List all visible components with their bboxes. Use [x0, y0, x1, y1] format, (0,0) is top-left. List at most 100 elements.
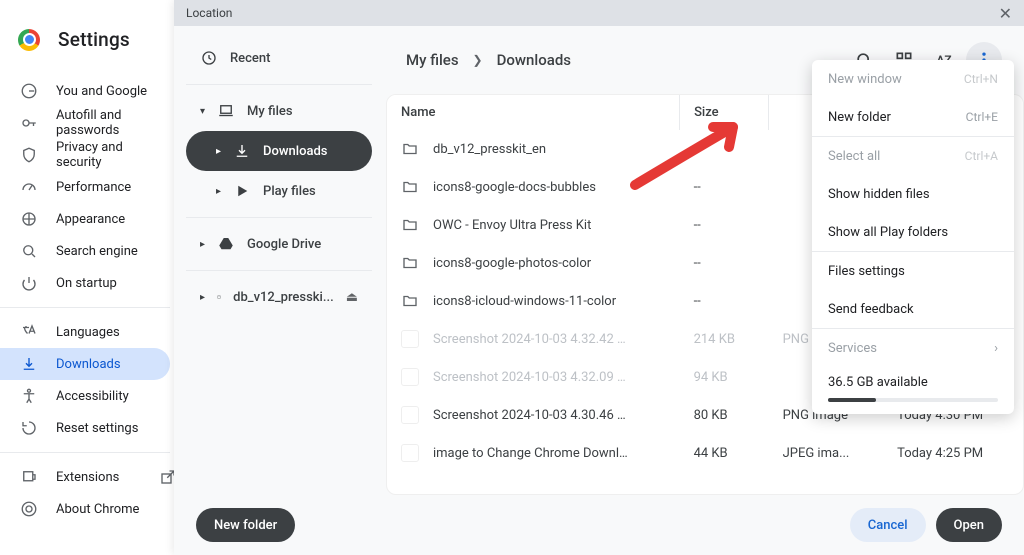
dialog-footer: New folder Cancel Open: [174, 495, 1024, 555]
nav-reset-settings[interactable]: Reset settings: [0, 412, 170, 444]
folder-icon: [401, 254, 419, 272]
settings-sidebar: Settings You and Google Autofill and pas…: [0, 0, 170, 555]
drive-icon: [217, 235, 235, 253]
sidebar-downloads[interactable]: ▸ Downloads: [186, 131, 372, 171]
chevron-right-icon: ❯: [473, 53, 483, 67]
menu-show-hidden[interactable]: Show hidden files: [812, 175, 1014, 213]
gauge-icon: [20, 178, 38, 196]
file-size: --: [680, 206, 769, 244]
menu-new-window: New windowCtrl+N: [812, 60, 1014, 98]
image-thumb-icon: [401, 444, 419, 462]
file-size: --: [680, 130, 769, 168]
accessibility-icon: [20, 387, 38, 405]
menu-services[interactable]: Services›: [812, 329, 1014, 367]
sidebar-recent[interactable]: Recent: [186, 38, 372, 78]
folder-icon: [401, 216, 419, 234]
file-row[interactable]: image to Change Chrome Download ... 44 KB…: [387, 434, 1023, 472]
nav-you-and-google[interactable]: You and Google: [0, 75, 170, 107]
google-g-icon: [20, 82, 38, 100]
file-size: 94 KB: [680, 358, 769, 396]
nav-accessibility[interactable]: Accessibility: [0, 380, 170, 412]
settings-title-row: Settings: [0, 24, 170, 75]
sidebar-google-drive[interactable]: ▸ Google Drive: [186, 224, 372, 264]
sidebar-play-files[interactable]: ▸ Play files: [186, 171, 372, 211]
eject-icon[interactable]: ⏏: [346, 290, 358, 305]
file-name: Screenshot 2024-10-03 4.32.09 PM...: [433, 370, 633, 385]
download-icon: [20, 355, 38, 373]
key-icon: [20, 114, 38, 132]
file-name: icons8-google-photos-color: [433, 256, 591, 271]
chevron-right-icon: ›: [994, 341, 998, 356]
file-size: 214 KB: [680, 320, 769, 358]
chrome-outline-icon: [20, 500, 38, 518]
new-folder-button[interactable]: New folder: [196, 508, 295, 542]
file-name: image to Change Chrome Download ...: [433, 446, 633, 461]
sidebar-my-files[interactable]: ▾ My files: [186, 91, 372, 131]
chevron-right-icon: ▸: [216, 186, 221, 197]
folder-icon: [401, 292, 419, 310]
laptop-icon: [217, 102, 235, 120]
menu-new-folder[interactable]: New folderCtrl+E: [812, 98, 1014, 136]
menu-select-all: Select allCtrl+A: [812, 137, 1014, 175]
file-name: icons8-icloud-windows-11-color: [433, 294, 616, 309]
open-button[interactable]: Open: [936, 508, 1002, 542]
more-menu: New windowCtrl+N New folderCtrl+E Select…: [812, 60, 1014, 414]
sidebar-usb[interactable]: ▸ db_v12_presski... ⏏: [186, 277, 372, 317]
shield-icon: [20, 146, 38, 164]
col-size[interactable]: Size: [680, 95, 769, 130]
file-main-panel: My files ❯ Downloads AZ Name Size: [384, 26, 1024, 495]
menu-show-play[interactable]: Show all Play folders: [812, 213, 1014, 251]
nav-performance[interactable]: Performance: [0, 171, 170, 203]
breadcrumb-current: Downloads: [497, 51, 571, 69]
chevron-down-icon: ▾: [200, 106, 205, 117]
cancel-button[interactable]: Cancel: [850, 508, 926, 542]
file-name: Screenshot 2024-10-03 4.30.46 PM...: [433, 408, 633, 423]
chrome-logo-icon: [18, 29, 40, 51]
reset-icon: [20, 419, 38, 437]
nav-privacy[interactable]: Privacy and security: [0, 139, 170, 171]
nav-divider: [0, 307, 170, 308]
folder-icon: [401, 140, 419, 158]
play-icon: [233, 182, 251, 200]
download-icon: [233, 142, 251, 160]
archive-icon: [217, 288, 221, 306]
file-name: db_v12_presskit_en: [433, 142, 546, 157]
dialog-title: Location: [186, 6, 232, 20]
nav-about-chrome[interactable]: About Chrome: [0, 493, 170, 525]
nav-appearance[interactable]: Appearance: [0, 203, 170, 235]
power-icon: [20, 274, 38, 292]
settings-title: Settings: [58, 28, 130, 51]
file-size: --: [680, 168, 769, 206]
menu-send-feedback[interactable]: Send feedback: [812, 290, 1014, 328]
file-sidebar: Recent ▾ My files ▸ Downloads ▸ Play fil…: [174, 26, 384, 495]
file-picker-dialog: Location ✕ Recent ▾ My files ▸ Downloads…: [174, 0, 1024, 555]
chevron-right-icon: ▸: [200, 239, 205, 250]
clock-icon: [200, 49, 218, 67]
file-size: --: [680, 282, 769, 320]
file-name: OWC - Envoy Ultra Press Kit: [433, 218, 591, 233]
breadcrumb: My files ❯ Downloads: [406, 51, 571, 69]
menu-files-settings[interactable]: Files settings: [812, 252, 1014, 290]
translate-icon: [20, 323, 38, 341]
nav-autofill[interactable]: Autofill and passwords: [0, 107, 170, 139]
breadcrumb-root[interactable]: My files: [406, 51, 459, 69]
file-modified: Today 4:25 PM: [883, 434, 1023, 472]
file-type: JPEG ima...: [769, 434, 883, 472]
file-name: icons8-google-docs-bubbles: [433, 180, 596, 195]
nav-on-startup[interactable]: On startup: [0, 267, 170, 299]
col-name[interactable]: Name: [387, 95, 680, 130]
file-size: --: [680, 244, 769, 282]
palette-icon: [20, 210, 38, 228]
folder-icon: [401, 178, 419, 196]
nav-downloads[interactable]: Downloads: [0, 348, 170, 380]
menu-storage: 36.5 GB available: [812, 367, 1014, 414]
image-thumb-icon: [401, 368, 419, 386]
nav-languages[interactable]: Languages: [0, 316, 170, 348]
extension-icon: [20, 468, 38, 486]
nav-search-engine[interactable]: Search engine: [0, 235, 170, 267]
chevron-right-icon: ▸: [200, 292, 205, 303]
close-icon[interactable]: ✕: [995, 4, 1016, 23]
nav-extensions[interactable]: Extensions: [0, 461, 170, 493]
file-size: 44 KB: [680, 434, 769, 472]
image-thumb-icon: [401, 406, 419, 424]
